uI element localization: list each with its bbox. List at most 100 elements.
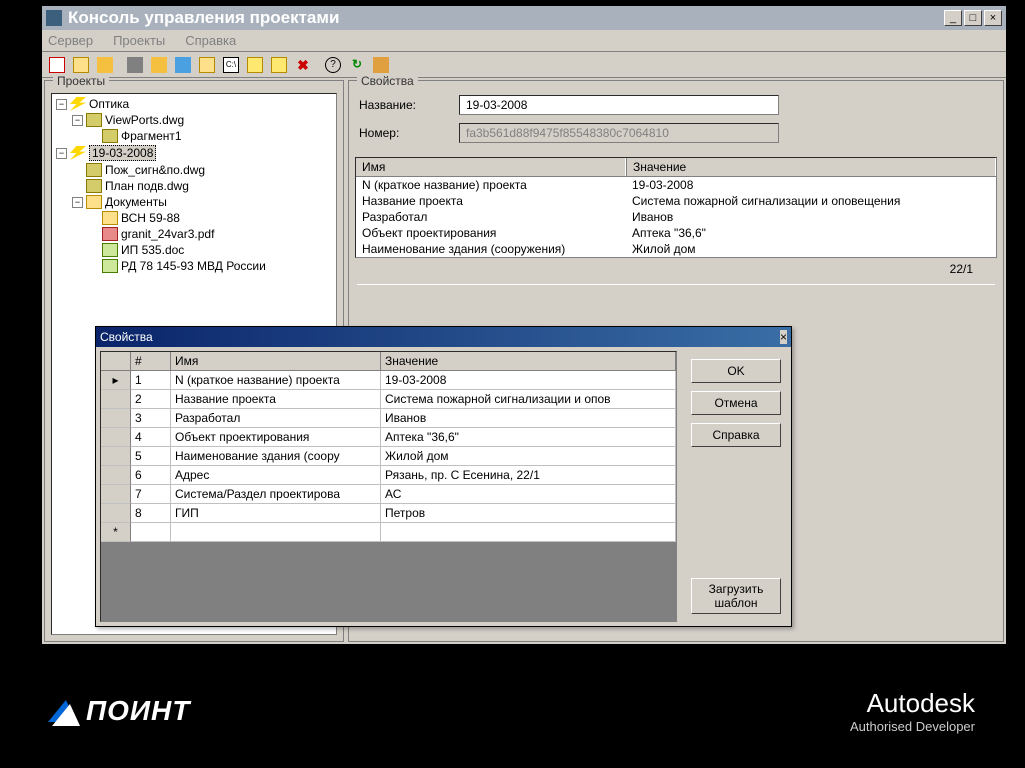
toolbar: C:\ ✖ ? ↻ [42,52,1006,78]
grid-cell[interactable]: 3 [131,409,171,428]
tool-refresh-icon[interactable]: ↻ [346,54,368,76]
dialog-close-button[interactable]: × [780,330,787,344]
tool-new-icon[interactable] [46,54,68,76]
grid-cell[interactable]: 19-03-2008 [381,371,676,390]
minimize-button[interactable]: _ [944,10,962,26]
grid-cell[interactable]: 4 [131,428,171,447]
tree-item[interactable]: План подв.dwg [105,179,189,193]
autodesk-logo: Autodesk Authorised Developer [850,688,975,734]
menu-help[interactable]: Справка [185,33,236,48]
grid-cell[interactable]: Объект проектирования [171,428,381,447]
properties-dialog: Свойства × # Имя Значение ▸1N (краткое н… [95,326,792,627]
grid-cell[interactable]: Аптека "36,6" [381,428,676,447]
grid-cell[interactable]: АС [381,485,676,504]
tool-users-icon[interactable] [148,54,170,76]
point-logo: ПОИНТ [50,695,190,727]
col-value-header[interactable]: Значение [626,158,996,176]
menu-projects[interactable]: Проекты [113,33,165,48]
tree-item[interactable]: ВСН 59-88 [121,211,180,225]
bolt-icon [70,146,86,160]
dialog-title: Свойства [100,330,780,344]
row-marker[interactable]: ▸ [101,371,131,390]
prop-name: Объект проектирования [356,225,626,241]
close-button[interactable]: × [984,10,1002,26]
tool-console-icon[interactable]: C:\ [220,54,242,76]
dialog-titlebar[interactable]: Свойства × [96,327,791,347]
properties-grid[interactable]: # Имя Значение ▸1N (краткое название) пр… [100,351,677,622]
grid-cell[interactable]: 7 [131,485,171,504]
tree-item-selected[interactable]: 19-03-2008 [89,145,156,161]
tree-item[interactable]: РД 78 145-93 МВД России [121,259,266,273]
grid-cell[interactable]: Адрес [171,466,381,485]
name-input[interactable] [459,95,779,115]
row-marker[interactable] [101,428,131,447]
grid-cell[interactable]: ГИП [171,504,381,523]
prop-name: N (краткое название) проекта [356,177,626,193]
grid-cell[interactable]: 1 [131,371,171,390]
grid-cell[interactable]: Жилой дом [381,447,676,466]
tree-item[interactable]: Пож_сигн&по.dwg [105,163,205,177]
help-button[interactable]: Справка [691,423,781,447]
grid-cell[interactable]: Система пожарной сигнализации и опов [381,390,676,409]
row-marker[interactable] [101,447,131,466]
tree-item[interactable]: Фрагмент1 [121,129,182,143]
tool-folder-icon[interactable] [196,54,218,76]
grid-num-header[interactable]: # [131,352,171,371]
row-marker[interactable] [101,390,131,409]
row-marker[interactable] [101,504,131,523]
splitter[interactable] [349,280,1003,288]
tool-disk-icon[interactable] [124,54,146,76]
expand-icon[interactable]: − [56,99,67,110]
grid-cell[interactable]: Рязань, пр. С Есенина, 22/1 [381,466,676,485]
row-marker[interactable] [101,485,131,504]
tree-item[interactable]: Документы [105,195,167,209]
tree-item[interactable]: ViewPorts.dwg [105,113,184,127]
expand-icon[interactable]: − [56,148,67,159]
col-name-header[interactable]: Имя [356,158,626,176]
doc-icon [102,259,118,273]
grid-cell[interactable]: Петров [381,504,676,523]
tree-item[interactable]: granit_24var3.pdf [121,227,214,241]
tool-open-icon[interactable] [70,54,92,76]
grid-cell[interactable]: Система/Раздел проектирова [171,485,381,504]
prop-name: Наименование здания (сооружения) [356,241,626,257]
tool-help-icon[interactable]: ? [322,54,344,76]
prop-value: 19-03-2008 [626,177,996,193]
row-marker[interactable] [101,466,131,485]
grid-cell[interactable]: Наименование здания (соору [171,447,381,466]
tree-item[interactable]: Оптика [89,97,129,111]
titlebar[interactable]: Консоль управления проектами _ □ × [42,6,1006,30]
grid-cell[interactable]: Название проекта [171,390,381,409]
tool-window-icon[interactable] [244,54,266,76]
tool-chart-icon[interactable] [370,54,392,76]
grid-name-header[interactable]: Имя [171,352,381,371]
grid-cell[interactable]: 6 [131,466,171,485]
grid-cell[interactable]: 8 [131,504,171,523]
grid-cell[interactable]: Разработал [171,409,381,428]
prop-value: Аптека "36,6" [626,225,996,241]
grid-cell[interactable]: 2 [131,390,171,409]
tool-highlight-icon[interactable] [268,54,290,76]
cancel-button[interactable]: Отмена [691,391,781,415]
ok-button[interactable]: OK [691,359,781,383]
grid-cell[interactable]: 5 [131,447,171,466]
menu-server[interactable]: Сервер [48,33,93,48]
doc-icon [102,243,118,257]
grid-marker-header[interactable] [101,352,131,371]
grid-cell[interactable]: N (краткое название) проекта [171,371,381,390]
tree-item[interactable]: ИП 535.doc [121,243,184,257]
tool-image-icon[interactable] [172,54,194,76]
grid-cell[interactable]: Иванов [381,409,676,428]
new-row-marker[interactable]: * [101,523,131,542]
expand-icon[interactable]: − [72,115,83,126]
row-marker[interactable] [101,409,131,428]
tool-user-icon[interactable] [94,54,116,76]
grid-value-header[interactable]: Значение [381,352,676,371]
app-icon [46,10,62,26]
projects-panel-title: Проекты [53,74,109,88]
maximize-button[interactable]: □ [964,10,982,26]
tool-delete-icon[interactable]: ✖ [292,54,314,76]
expand-icon[interactable]: − [72,197,83,208]
bolt-icon [70,97,86,111]
load-template-button[interactable]: Загрузить шаблон [691,578,781,614]
